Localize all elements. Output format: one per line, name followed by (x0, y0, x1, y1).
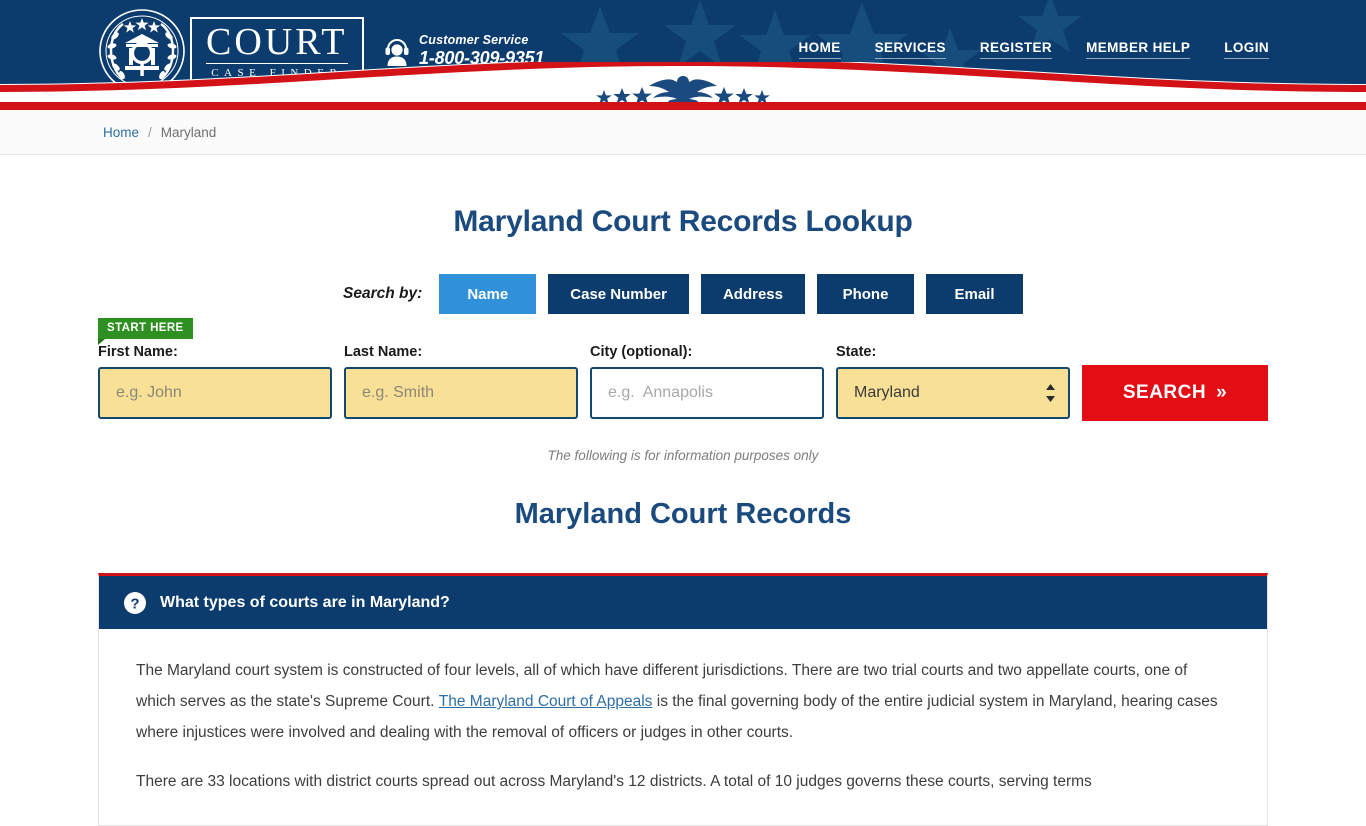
last-name-label: Last Name: (344, 344, 423, 360)
tab-name[interactable]: Name (439, 274, 537, 314)
tab-address[interactable]: Address (700, 274, 805, 314)
header-red-divider (0, 102, 1366, 110)
tab-case-number[interactable]: Case Number (548, 274, 689, 314)
breadcrumb-home[interactable]: Home (103, 125, 139, 140)
maryland-court-of-appeals-link[interactable]: The Maryland Court of Appeals (439, 693, 653, 710)
tab-phone[interactable]: Phone (817, 274, 914, 314)
nav-item-home[interactable]: HOME (798, 40, 841, 59)
page-title: Maryland Court Records Lookup (453, 205, 913, 238)
site-header: COURT CASE FINDER Customer Service 1-800… (0, 0, 1366, 102)
faq-question: What types of courts are in Maryland? (160, 593, 450, 611)
last-name-field-group: Last Name: (344, 344, 578, 419)
breadcrumb: Home / Maryland (103, 125, 216, 140)
faq-accordion-header[interactable]: ? What types of courts are in Maryland? (99, 576, 1267, 629)
last-name-input[interactable] (344, 367, 578, 419)
search-form: START HERE First Name: Last Name: City (… (98, 314, 1268, 421)
nav-item-member-help[interactable]: MEMBER HELP (1086, 40, 1191, 59)
logo-name-main: COURT (206, 20, 348, 63)
search-button[interactable]: SEARCH » (1082, 365, 1268, 421)
main-navigation: HOME SERVICES REGISTER MEMBER HELP LOGIN (798, 40, 1269, 59)
nav-item-services[interactable]: SERVICES (874, 40, 946, 59)
breadcrumb-current: Maryland (160, 124, 217, 140)
tab-email[interactable]: Email (926, 274, 1023, 314)
disclaimer-text: The following is for information purpose… (547, 448, 819, 463)
breadcrumb-separator: / (148, 124, 152, 140)
breadcrumb-bar: Home / Maryland (0, 110, 1366, 155)
start-here-badge: START HERE (98, 318, 193, 345)
city-input[interactable] (590, 367, 824, 419)
first-name-input[interactable] (98, 367, 332, 419)
search-button-label: SEARCH (1122, 382, 1207, 403)
state-field-group: State: (836, 344, 1070, 419)
main-content: Maryland Court Records Lookup Search by:… (0, 205, 1366, 826)
first-name-field-group: First Name: (98, 344, 332, 419)
section-title: Maryland Court Records (514, 498, 852, 530)
customer-service-label: Customer Service (419, 33, 529, 47)
faq-paragraph-2: There are 33 locations with district cou… (136, 773, 1092, 790)
svg-text:?: ? (130, 595, 139, 612)
faq-accordion-body: The Maryland court system is constructed… (99, 629, 1267, 825)
search-by-label: Search by: (343, 285, 423, 302)
nav-item-login[interactable]: LOGIN (1224, 40, 1269, 59)
double-chevron-right-icon: » (1216, 382, 1228, 403)
city-field-group: City (optional): (590, 344, 824, 419)
question-mark-circle-icon: ? (124, 591, 146, 614)
eagle-and-stars-emblem (596, 76, 770, 102)
faq-accordion: ? What types of courts are in Maryland? … (98, 573, 1268, 826)
city-label: City (optional): (590, 344, 693, 360)
faq-paragraph-1: The Maryland court system is constructed… (136, 655, 1230, 748)
state-label: State: (836, 344, 877, 360)
search-form-row: First Name: Last Name: City (optional): … (98, 314, 1268, 421)
search-type-tabs: Search by: Name Case Number Address Phon… (0, 274, 1366, 314)
nav-item-register[interactable]: REGISTER (979, 40, 1053, 59)
state-select[interactable] (836, 367, 1070, 419)
first-name-label: First Name: (98, 344, 178, 360)
